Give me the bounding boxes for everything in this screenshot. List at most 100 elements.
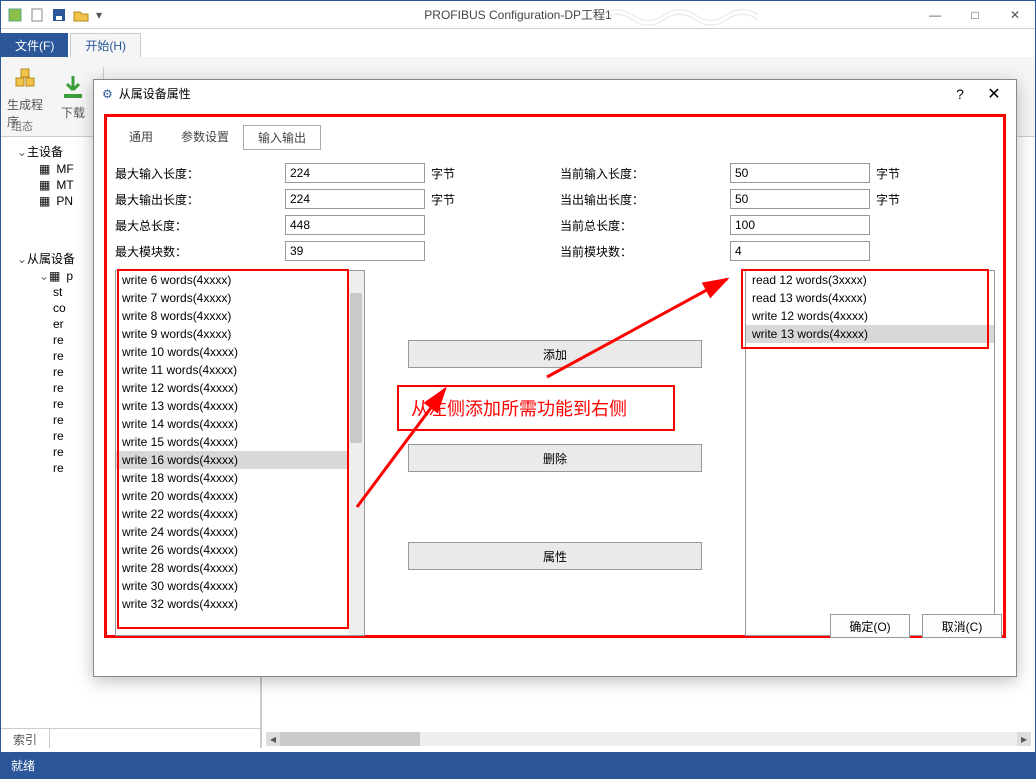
ribbon-group-label: 组态: [11, 118, 33, 134]
status-bar: 就绪: [1, 752, 1035, 778]
minimize-button[interactable]: —: [915, 1, 955, 29]
dialog-footer: 确定(O) 取消(C): [830, 614, 1002, 638]
list-item[interactable]: write 13 words(4xxxx): [116, 397, 364, 415]
list-item[interactable]: write 16 words(4xxxx): [116, 451, 364, 469]
list-item[interactable]: write 20 words(4xxxx): [116, 487, 364, 505]
tab-start[interactable]: 开始(H): [70, 33, 141, 57]
window-title: PROFIBUS Configuration-DP工程1: [424, 6, 611, 23]
cancel-button[interactable]: 取消(C): [922, 614, 1002, 638]
app-icon: [5, 5, 25, 25]
dialog-tabs: 通用 参数设置 输入输出: [115, 125, 995, 150]
left-pane-tabs: 索引: [1, 728, 260, 748]
list-item[interactable]: write 28 words(4xxxx): [116, 559, 364, 577]
scroll-left-icon[interactable]: ◂: [266, 732, 280, 746]
selected-list[interactable]: read 12 words(3xxxx)read 13 words(4xxxx)…: [745, 270, 995, 636]
status-text: 就绪: [11, 757, 35, 774]
add-button[interactable]: 添加: [408, 340, 702, 368]
list-item[interactable]: write 11 words(4xxxx): [116, 361, 364, 379]
maximize-button[interactable]: □: [955, 1, 995, 29]
window-controls: — □ ✕: [915, 1, 1035, 29]
delete-button[interactable]: 删除: [408, 444, 702, 472]
device-icon: ▦: [49, 269, 63, 283]
list-item[interactable]: read 13 words(4xxxx): [746, 289, 994, 307]
cur-out-label: 当出输出长度：: [560, 191, 730, 208]
ok-button[interactable]: 确定(O): [830, 614, 910, 638]
max-total-field: [285, 215, 425, 235]
dialog-help-button[interactable]: ?: [946, 86, 974, 102]
cur-in-label: 当前输入长度：: [560, 165, 730, 182]
max-total-label: 最大总长度：: [115, 217, 285, 234]
list-item[interactable]: write 15 words(4xxxx): [116, 433, 364, 451]
unit-label: 字节: [870, 191, 930, 208]
list-item[interactable]: write 14 words(4xxxx): [116, 415, 364, 433]
cur-out-field: [730, 189, 870, 209]
slave-properties-dialog: ⚙ 从属设备属性 ? ✕ 通用 参数设置 输入输出 最大输入长度： 字节 最大输出…: [93, 79, 1017, 677]
tab-general[interactable]: 通用: [115, 125, 167, 150]
quick-access-toolbar: ▾: [1, 3, 109, 27]
cur-total-label: 当前总长度：: [560, 217, 730, 234]
tab-index[interactable]: 索引: [1, 729, 50, 748]
list-item[interactable]: write 24 words(4xxxx): [116, 523, 364, 541]
device-icon: ▦: [39, 194, 53, 208]
device-icon: ▦: [39, 162, 53, 176]
max-out-label: 最大输出长度：: [115, 191, 285, 208]
max-mod-field: [285, 241, 425, 261]
list-item[interactable]: write 12 words(4xxxx): [116, 379, 364, 397]
unit-label: 字节: [425, 191, 485, 208]
list-item[interactable]: write 32 words(4xxxx): [116, 595, 364, 613]
qat-dropdown-icon[interactable]: ▾: [93, 5, 105, 25]
open-icon[interactable]: [71, 5, 91, 25]
io-lists: write 6 words(4xxxx)write 7 words(4xxxx)…: [115, 270, 995, 636]
max-mod-label: 最大模块数：: [115, 243, 285, 260]
list-item[interactable]: write 9 words(4xxxx): [116, 325, 364, 343]
device-icon: ▦: [39, 178, 53, 192]
dialog-title: 从属设备属性: [119, 85, 191, 102]
list-item[interactable]: write 8 words(4xxxx): [116, 307, 364, 325]
dialog-close-button[interactable]: ✕: [980, 84, 1008, 104]
cur-total-field: [730, 215, 870, 235]
list-item[interactable]: write 26 words(4xxxx): [116, 541, 364, 559]
file-menu[interactable]: 文件(F): [1, 33, 68, 57]
cur-mod-label: 当前模块数：: [560, 243, 730, 260]
title-decoration: [601, 1, 758, 29]
list-item[interactable]: write 22 words(4xxxx): [116, 505, 364, 523]
list-item[interactable]: read 12 words(3xxxx): [746, 271, 994, 289]
list-item[interactable]: write 18 words(4xxxx): [116, 469, 364, 487]
max-in-field: [285, 163, 425, 183]
save-icon[interactable]: [49, 5, 69, 25]
list-item[interactable]: write 10 words(4xxxx): [116, 343, 364, 361]
annotation-callout: 从左侧添加所需功能到右侧: [397, 385, 675, 431]
gear-icon: ⚙: [102, 87, 113, 101]
menu-bar: 文件(F) 开始(H): [1, 29, 1035, 57]
unit-label: 字节: [870, 165, 930, 182]
title-bar: ▾ PROFIBUS Configuration-DP工程1 — □ ✕: [1, 1, 1035, 29]
scroll-thumb[interactable]: [350, 293, 362, 443]
max-in-label: 最大输入长度：: [115, 165, 285, 182]
horizontal-scrollbar[interactable]: ◂ ▸: [266, 732, 1031, 746]
download-button[interactable]: 下载: [53, 72, 93, 121]
cur-in-field: [730, 163, 870, 183]
scroll-thumb[interactable]: [280, 732, 420, 746]
list-item[interactable]: write 7 words(4xxxx): [116, 289, 364, 307]
list-controls: 添加 删除 属性: [379, 270, 731, 636]
scroll-right-icon[interactable]: ▸: [1017, 732, 1031, 746]
available-list[interactable]: write 6 words(4xxxx)write 7 words(4xxxx)…: [115, 270, 365, 636]
annotation-frame: 通用 参数设置 输入输出 最大输入长度： 字节 最大输出长度： 字节 最大总长度： …: [104, 114, 1006, 638]
form-grid: 最大输入长度： 字节 最大输出长度： 字节 最大总长度： 最大模块数： 当前输入长度…: [115, 160, 995, 264]
list-item[interactable]: write 13 words(4xxxx): [746, 325, 994, 343]
properties-button[interactable]: 属性: [408, 542, 702, 570]
max-out-field: [285, 189, 425, 209]
tab-params[interactable]: 参数设置: [167, 125, 243, 150]
list-item[interactable]: write 30 words(4xxxx): [116, 577, 364, 595]
dialog-body: 通用 参数设置 输入输出 最大输入长度： 字节 最大输出长度： 字节 最大总长度： …: [94, 108, 1016, 648]
list-item[interactable]: write 12 words(4xxxx): [746, 307, 994, 325]
dialog-title-bar: ⚙ 从属设备属性 ? ✕: [94, 80, 1016, 108]
list-scrollbar[interactable]: [348, 271, 364, 635]
unit-label: 字节: [425, 165, 485, 182]
cur-mod-field: [730, 241, 870, 261]
new-icon[interactable]: [27, 5, 47, 25]
close-button[interactable]: ✕: [995, 1, 1035, 29]
download-label: 下载: [61, 104, 85, 121]
list-item[interactable]: write 6 words(4xxxx): [116, 271, 364, 289]
tab-io[interactable]: 输入输出: [243, 125, 321, 150]
